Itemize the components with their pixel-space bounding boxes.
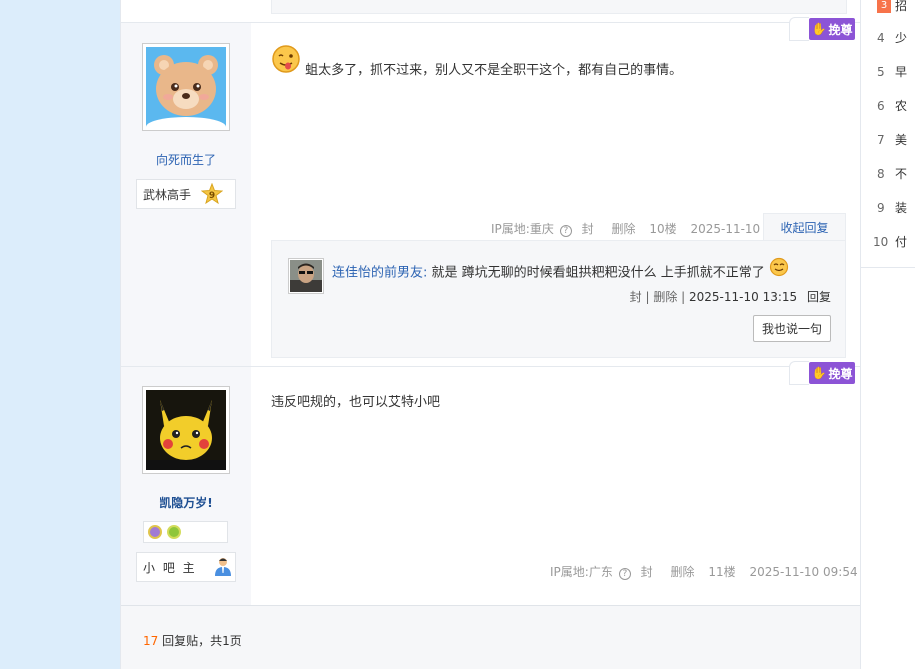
block-link[interactable]: 封 <box>641 565 653 579</box>
hot-topics-sidebar: 3招 4少 5早 6农 7美 8不 9装 10 付 <box>860 0 915 669</box>
post-meta: IP属地:广东? 封 删除 11楼 2025-11-10 09:54 回复 <box>550 563 895 580</box>
green-medal-icon[interactable] <box>167 525 181 539</box>
post-author-column: 向死而生了 武林高手 9 <box>121 23 251 366</box>
say-something-button[interactable]: 我也说一句 <box>753 315 831 342</box>
purple-medal-icon[interactable] <box>148 525 162 539</box>
role-badge[interactable]: 小 吧 主 <box>136 552 236 582</box>
page-count: 1 <box>222 634 230 648</box>
post-content: 违反吧规的，也可以艾特小吧 <box>271 395 441 410</box>
man-sunglasses-avatar-image <box>290 260 322 292</box>
lzl-avatar[interactable] <box>288 258 324 294</box>
post-author-column: 凯隐万岁! 小 吧 主 <box>121 367 251 605</box>
block-link[interactable]: 封 <box>582 222 594 236</box>
thread-footer: 17 回复贴，共1页 <box>121 605 861 669</box>
zan-button[interactable]: ✋ 挽尊 <box>809 18 855 40</box>
hot-topic-item[interactable]: 7美 <box>877 131 915 148</box>
lzl-reply-link[interactable]: 回复 <box>807 290 831 304</box>
user-level-badge[interactable]: 武林高手 9 <box>136 179 236 209</box>
avatar[interactable] <box>142 43 230 131</box>
level-number: 9 <box>209 191 215 201</box>
delete-link[interactable]: 删除 <box>671 565 695 579</box>
ip-location: IP属地:重庆 <box>491 222 554 236</box>
left-background <box>0 0 120 669</box>
level-star-icon: 9 <box>201 183 224 205</box>
hot-topic-item[interactable]: 10 付 <box>873 233 915 250</box>
previous-post-lzl-bottom <box>271 0 847 14</box>
lzl-block-link[interactable]: 封 <box>630 290 642 304</box>
lzl-reply: 连佳怡的前男友: 就是 蹲坑无聊的时候看蛆拱粑粑没什么 上手抓就不正常了 <box>332 257 789 285</box>
smile-emoji-icon <box>769 257 789 281</box>
author-name[interactable]: 凯隐万岁! <box>121 494 251 511</box>
question-icon[interactable]: ? <box>618 568 631 580</box>
lzl-meta: 封 | 删除 | 2025-11-10 13:15 回复 <box>629 290 831 304</box>
thumb-icon: ✋ <box>811 22 827 36</box>
hot-topic-item[interactable]: 6农 <box>877 97 915 114</box>
reply-count-text: 17 回复贴，共1页 <box>143 634 242 648</box>
hot-topic-item[interactable]: 3招 <box>877 0 915 14</box>
tongue-emoji-icon <box>271 44 301 78</box>
level-title: 武林高手 <box>143 187 192 202</box>
delete-link[interactable]: 删除 <box>612 222 636 236</box>
pikachu-avatar-image <box>146 390 226 470</box>
thumb-icon: ✋ <box>811 366 827 380</box>
lzl-username[interactable]: 连佳怡的前男友: <box>332 266 427 281</box>
person-icon <box>213 556 233 579</box>
lzl-reply-box: 连佳怡的前男友: 就是 蹲坑无聊的时候看蛆拱粑粑没什么 上手抓就不正常了 封 |… <box>271 240 846 358</box>
collapse-replies-button[interactable]: 收起回复 <box>763 213 846 241</box>
lzl-delete-link[interactable]: 删除 <box>653 290 677 304</box>
zan-tag: ✋ 挽尊 <box>789 361 855 385</box>
question-icon[interactable]: ? <box>559 225 572 237</box>
ip-location: IP属地:广东 <box>550 565 613 579</box>
hot-topic-item[interactable]: 4少 <box>877 29 915 46</box>
bear-avatar-image <box>146 47 226 127</box>
hot-topic-item[interactable]: 8不 <box>877 165 915 182</box>
zan-button[interactable]: ✋ 挽尊 <box>809 362 855 384</box>
reply-count: 17 <box>143 634 159 648</box>
post-list: 向死而生了 武林高手 9 ✋ 挽尊 蛆太多了，抓不过来，别人又不是全职干这个，都… <box>120 0 895 669</box>
avatar[interactable] <box>142 386 230 474</box>
lzl-reply-text: 就是 蹲坑无聊的时候看蛆拱粑粑没什么 上手抓就不正常了 <box>431 265 765 281</box>
role-title: 小 吧 主 <box>143 560 197 575</box>
post-content: 蛆太多了，抓不过来，别人又不是全职干这个，都有自己的事情。 <box>271 44 682 78</box>
lzl-time: 2025-11-10 13:15 <box>689 290 798 304</box>
floor-number: 11楼 <box>708 565 736 579</box>
post-time: 2025-11-10 09:54 <box>749 565 858 579</box>
post-text: 蛆太多了，抓不过来，别人又不是全职干这个，都有自己的事情。 <box>305 62 683 78</box>
floor-number: 10楼 <box>649 222 677 236</box>
zan-tag: ✋ 挽尊 <box>789 17 855 41</box>
post-meta: IP属地:重庆? 封 删除 10楼 2025-11-10 08:26 <box>491 220 799 237</box>
author-name[interactable]: 向死而生了 <box>121 151 251 168</box>
hot-topic-item[interactable]: 9装 <box>877 199 915 216</box>
hot-topic-item[interactable]: 5早 <box>877 63 915 80</box>
sidebar-divider <box>861 267 915 268</box>
medal-box <box>143 521 228 543</box>
